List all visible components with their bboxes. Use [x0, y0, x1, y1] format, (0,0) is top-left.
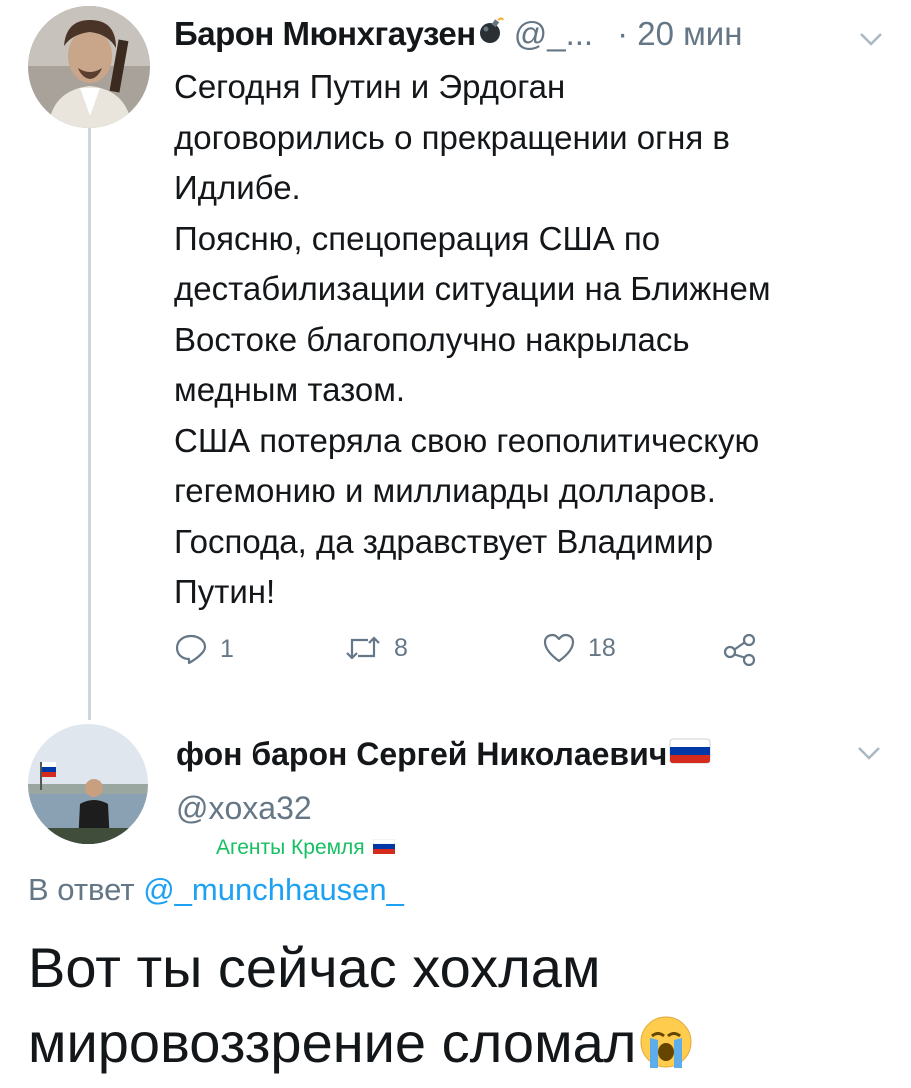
- chevron-down-icon[interactable]: [856, 744, 882, 767]
- tweet-timestamp[interactable]: · 20 мин: [617, 15, 742, 53]
- author-name[interactable]: Барон Мюнхгаузен: [174, 15, 476, 53]
- author-name-2[interactable]: фон барон Сергей Николаевич: [176, 736, 711, 773]
- russia-flag-icon: [372, 836, 395, 860]
- share-icon: [723, 633, 756, 666]
- bomb-icon: [478, 15, 504, 53]
- avatar[interactable]: [28, 6, 150, 128]
- reply-context: В ответ @_munchhausen_: [28, 872, 404, 908]
- tweet-text: Сегодня Путин и Эрдоган договорились о п…: [174, 68, 771, 610]
- author-name-text: фон барон Сергей Николаевич: [176, 736, 668, 772]
- author-handle-2[interactable]: @xoxa32: [176, 790, 312, 827]
- retweet-icon: [346, 636, 380, 660]
- reply-mention-link[interactable]: @_munchhausen_: [143, 872, 404, 907]
- like-button[interactable]: 18: [542, 632, 616, 664]
- thread-line: [88, 128, 91, 720]
- retweet-count: 8: [394, 633, 408, 662]
- reply-icon: [175, 634, 207, 665]
- profile-badge: Агенты Кремля: [216, 836, 395, 860]
- retweet-button[interactable]: 8: [344, 632, 408, 664]
- reply-text-body: Вот ты сейчас хохлам мировоззрение слома…: [28, 936, 637, 1074]
- reply-count: 1: [220, 634, 234, 663]
- share-button[interactable]: [722, 632, 758, 666]
- loudly-crying-face-icon: [638, 1013, 694, 1088]
- chevron-down-icon[interactable]: [858, 18, 884, 56]
- heart-icon: [543, 633, 575, 663]
- tweet-actions: 1 8 18: [174, 632, 794, 680]
- badge-label: Агенты Кремля: [216, 836, 365, 859]
- reply-button[interactable]: 1: [174, 632, 234, 666]
- russia-flag-icon: [669, 736, 711, 773]
- avatar[interactable]: [28, 724, 148, 844]
- tweet-header: Барон Мюнхгаузен @_... · 20 мин: [174, 12, 884, 56]
- reply-prefix: В ответ: [28, 872, 135, 907]
- reply-text: Вот ты сейчас хохлам мировоззрение слома…: [28, 930, 888, 1088]
- like-count: 18: [588, 633, 616, 662]
- author-handle[interactable]: @_...: [514, 15, 593, 53]
